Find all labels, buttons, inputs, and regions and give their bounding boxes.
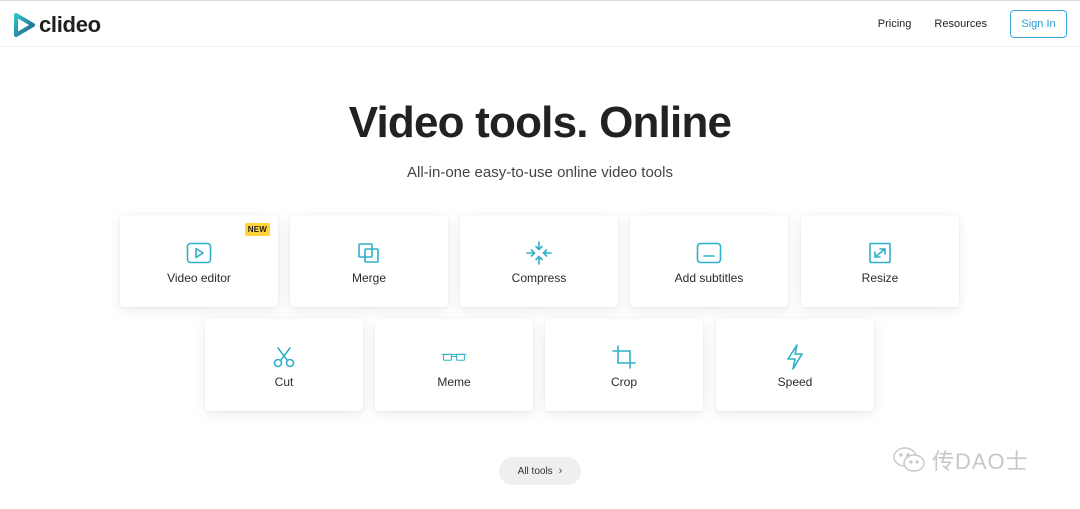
watermark-text: 传DAO士 [932, 449, 1029, 474]
subtitles-icon [696, 241, 722, 265]
tool-card-meme[interactable]: Meme [375, 319, 533, 411]
chevron-right-icon: › [558, 465, 563, 477]
tool-card-cut[interactable]: Cut [205, 319, 363, 411]
resize-icon [867, 241, 893, 265]
tool-label: Add subtitles [674, 271, 744, 285]
tool-label: Resize [861, 271, 899, 285]
new-badge: NEW [244, 223, 270, 236]
all-tools-button[interactable]: All tools › [499, 457, 581, 485]
clideo-logo[interactable]: clideo [13, 12, 101, 38]
wechat-watermark: 传DAO士 [892, 444, 1029, 476]
tool-label: Merge [351, 271, 386, 285]
nav-resources-link[interactable]: Resources [934, 18, 987, 30]
top-nav: Pricing Resources Sign In [878, 10, 1067, 38]
wechat-icon [893, 447, 925, 472]
merge-squares-icon [356, 241, 382, 265]
tool-card-merge[interactable]: Merge [290, 215, 448, 307]
brand-name: clideo [39, 12, 101, 37]
nav-pricing-link[interactable]: Pricing [878, 18, 912, 30]
top-header: clideo Pricing Resources Sign In [0, 0, 1080, 47]
page-title: Video tools. Online [348, 98, 732, 147]
tool-label: Meme [437, 375, 471, 389]
tool-label: Cut [274, 375, 294, 389]
scissors-icon [271, 345, 297, 369]
tool-label: Speed [777, 375, 813, 389]
page-subtitle: All-in-one easy-to-use online video tool… [407, 164, 673, 181]
tool-card-video-editor[interactable]: NEW Video editor [120, 215, 278, 307]
play-box-icon [186, 241, 212, 265]
tool-card-add-subtitles[interactable]: Add subtitles [630, 215, 788, 307]
lightning-icon [782, 344, 808, 370]
tool-card-resize[interactable]: Resize [801, 215, 959, 307]
crop-icon [611, 345, 637, 369]
tool-card-compress[interactable]: Compress [460, 215, 618, 307]
tool-card-crop[interactable]: Crop [545, 319, 703, 411]
tool-label: Crop [610, 375, 637, 389]
all-tools-label: All tools [517, 465, 553, 477]
tool-card-speed[interactable]: Speed [716, 319, 874, 411]
compress-arrows-icon [526, 241, 552, 265]
sign-in-button[interactable]: Sign In [1010, 10, 1067, 38]
clideo-logo-icon [14, 13, 35, 37]
tool-label: Video editor [167, 271, 231, 285]
glasses-icon [441, 345, 467, 369]
tool-label: Compress [511, 271, 567, 285]
